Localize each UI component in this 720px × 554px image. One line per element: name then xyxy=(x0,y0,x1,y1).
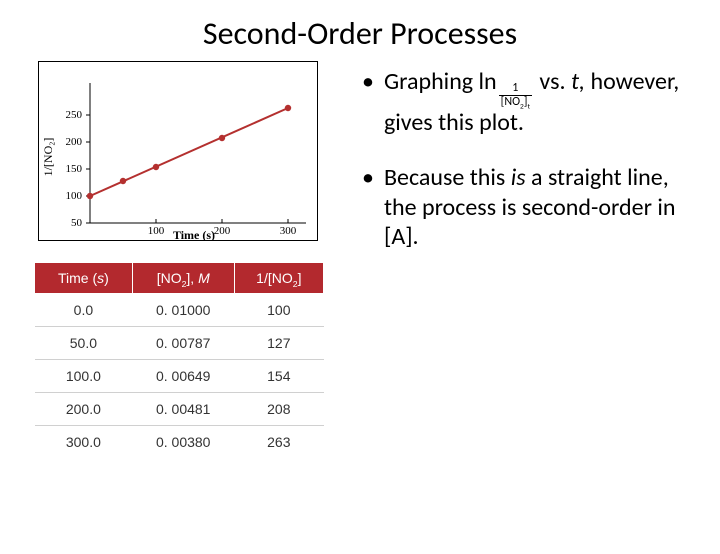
table-row: 0.00. 01000100 xyxy=(35,294,324,327)
bullet-icon: • xyxy=(362,67,374,137)
svg-text:1/[NO₂]: 1/[NO₂] xyxy=(41,138,55,177)
col-time: Time (s) xyxy=(35,263,133,294)
svg-text:100: 100 xyxy=(66,190,83,202)
table-row: 100.00. 00649154 xyxy=(35,360,324,393)
table-row: 300.00. 00380263 xyxy=(35,426,324,459)
svg-text:100: 100 xyxy=(148,225,165,237)
table-row: 200.00. 00481208 xyxy=(35,393,324,426)
content-columns: 50 100 150 200 250 100 200 xyxy=(0,61,720,458)
svg-text:300: 300 xyxy=(280,225,297,237)
bullet-icon: • xyxy=(362,163,374,251)
left-column: 50 100 150 200 250 100 200 xyxy=(34,61,344,458)
right-column: • Graphing ln 1 [NO2]t vs. t, however, g… xyxy=(362,61,700,458)
fraction-1-over-no2t: 1 [NO2]t xyxy=(499,82,532,108)
col-recip-no2: 1/[NO2] xyxy=(234,263,323,294)
svg-text:200: 200 xyxy=(214,225,231,237)
svg-text:200: 200 xyxy=(66,136,83,148)
col-no2-conc: [NO2], M xyxy=(132,263,234,294)
page-title: Second-Order Processes xyxy=(0,14,720,53)
svg-text:250: 250 xyxy=(66,109,83,121)
plot-x-axis-label: Time (s) xyxy=(173,228,215,241)
plot-1-over-no2-vs-time: 50 100 150 200 250 100 200 xyxy=(38,61,318,241)
bullet-1: • Graphing ln 1 [NO2]t vs. t, however, g… xyxy=(362,67,700,137)
svg-text:150: 150 xyxy=(66,163,83,175)
kinetics-table: Time (s) [NO2], M 1/[NO2] 0.00. 01000100… xyxy=(34,262,324,458)
bullet-2: • Because this is a straight line, the p… xyxy=(362,163,700,251)
svg-text:50: 50 xyxy=(71,217,83,229)
table-row: 50.00. 00787127 xyxy=(35,327,324,360)
